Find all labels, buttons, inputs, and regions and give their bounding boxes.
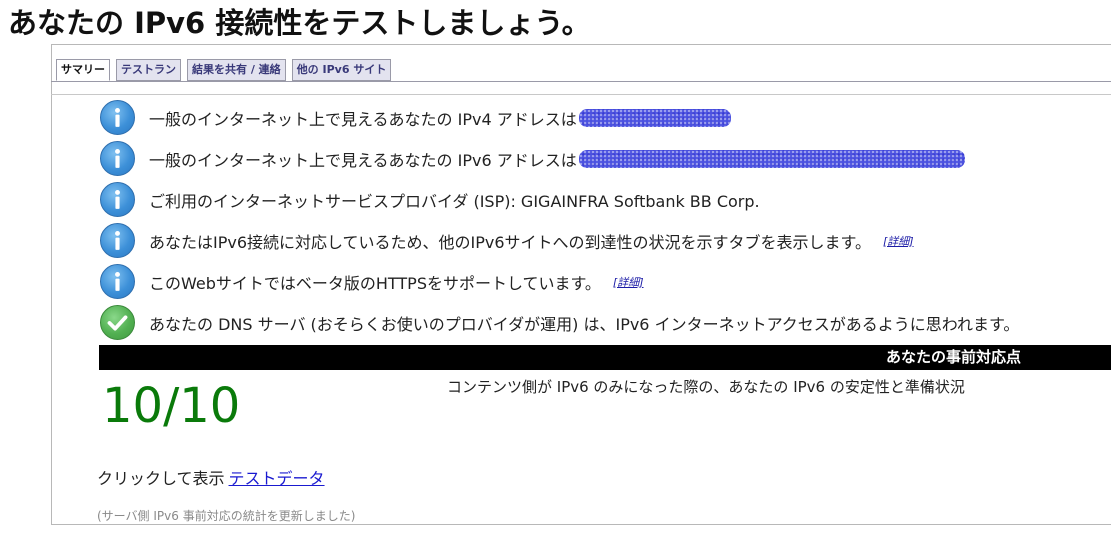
result-ipv6-tab-notice: あなたはIPv6接続に対応しているため、他のIPv6サイトへの到達性の状況を示す… <box>100 220 1019 261</box>
result-text: あなたはIPv6接続に対応しているため、他のIPv6サイトへの到達性の状況を示す… <box>149 232 871 252</box>
bottom-divider <box>51 524 1111 525</box>
tab-divider <box>51 81 1111 82</box>
result-ipv4-address: 一般のインターネット上で見えるあなたの IPv4 アドレスは <box>100 97 1019 138</box>
details-link[interactable]: [詳細] <box>883 233 914 249</box>
result-text: あなたの DNS サーバ (おそらくお使いのプロバイダが運用) は、IPv6 イ… <box>149 314 1020 334</box>
score-header-bar: あなたの事前対応点 <box>99 345 1111 370</box>
page-title: あなたの IPv6 接続性をテストしましょう。 <box>8 6 591 40</box>
info-icon <box>100 100 135 135</box>
result-text: 一般のインターネット上で見えるあなたの IPv6 アドレスは <box>149 150 577 170</box>
result-text: ご利用のインターネットサービスプロバイダ (ISP): GIGAINFRA So… <box>149 191 760 211</box>
info-icon <box>100 223 135 258</box>
details-link[interactable]: [詳細] <box>613 274 644 290</box>
test-data-prefix: クリックして表示 <box>97 469 225 488</box>
result-isp: ご利用のインターネットサービスプロバイダ (ISP): GIGAINFRA So… <box>100 179 1019 220</box>
checkmark-icon <box>100 305 135 340</box>
redacted-ipv4-address <box>578 108 731 127</box>
tab-test-run[interactable]: テストラン <box>116 59 181 81</box>
result-https-beta: このWebサイトではベータ版のHTTPSをサポートしています。 [詳細] <box>100 261 1019 302</box>
test-data-link[interactable]: テストデータ <box>229 469 325 488</box>
redacted-ipv6-address <box>578 149 965 168</box>
info-icon <box>100 182 135 217</box>
tab-bar: サマリー テストラン 結果を共有 / 連絡 他の IPv6 サイト <box>56 59 392 81</box>
result-text: 一般のインターネット上で見えるあなたの IPv4 アドレスは <box>149 109 577 129</box>
result-text: このWebサイトではベータ版のHTTPSをサポートしています。 <box>149 273 601 293</box>
result-ipv6-address: 一般のインターネット上で見えるあなたの IPv6 アドレスは <box>100 138 1019 179</box>
info-icon <box>100 264 135 299</box>
results-list: 一般のインターネット上で見えるあなたの IPv4 アドレスは 一般のインターネッ… <box>100 97 1019 343</box>
score-header: あなたの事前対応点 <box>885 348 1021 366</box>
test-data-line: クリックして表示 テストデータ <box>97 465 325 489</box>
stats-footnote: (サーバ側 IPv6 事前対応の統計を更新しました) <box>97 509 356 523</box>
info-icon <box>100 141 135 176</box>
tab-summary[interactable]: サマリー <box>56 59 110 81</box>
content-divider <box>51 94 1111 95</box>
readiness-score: 10/10 <box>102 378 241 434</box>
tab-other-ipv6-sites[interactable]: 他の IPv6 サイト <box>291 59 392 81</box>
result-dns-server: あなたの DNS サーバ (おそらくお使いのプロバイダが運用) は、IPv6 イ… <box>100 302 1019 343</box>
score-description: コンテンツ側が IPv6 のみになった際の、あなたの IPv6 の安定性と準備状… <box>447 378 965 396</box>
tab-share-contact[interactable]: 結果を共有 / 連絡 <box>187 59 286 81</box>
